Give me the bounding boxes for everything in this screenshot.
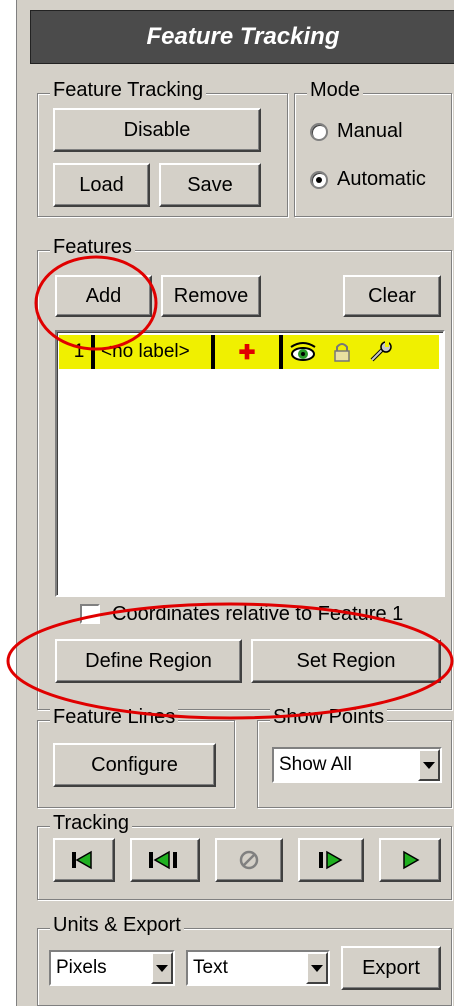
annotation-overlay <box>6 255 454 720</box>
region-highlight-ellipse <box>6 602 454 720</box>
add-highlight-ellipse <box>34 255 158 351</box>
